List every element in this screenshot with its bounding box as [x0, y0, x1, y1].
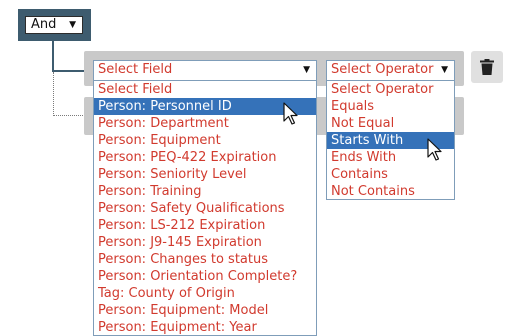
group-condition-box: And ▼ [18, 9, 91, 41]
delete-rule-button[interactable] [471, 51, 503, 83]
operator-option[interactable]: Contains [327, 166, 454, 183]
field-option[interactable]: Tag: County of Origin [94, 285, 316, 302]
field-option[interactable]: Select Field [94, 81, 316, 98]
field-option[interactable]: Person: Equipment: Year [94, 319, 316, 336]
operator-option[interactable]: Not Contains [327, 183, 454, 200]
group-operator-label: And [31, 17, 57, 32]
tree-connector-dotted-vertical [53, 72, 54, 116]
field-option[interactable]: Person: Safety Qualifications [94, 200, 316, 217]
field-option[interactable]: Person: J9-145 Expiration [94, 234, 316, 251]
mouse-pointer-icon [283, 102, 298, 125]
field-option[interactable]: Person: Equipment: Model [94, 302, 316, 319]
tree-connector-vertical [52, 40, 54, 72]
caret-down-icon: ▼ [303, 65, 310, 75]
caret-down-icon: ▼ [441, 65, 448, 75]
operator-select-value: Select Operator [331, 62, 434, 77]
operator-option[interactable]: Not Equal [327, 115, 454, 132]
trash-icon [480, 59, 494, 75]
operator-option[interactable]: Select Operator [327, 81, 454, 98]
field-option[interactable]: Person: PEQ-422 Expiration [94, 149, 316, 166]
field-select[interactable]: Select Field ▼ [93, 60, 317, 81]
caret-down-icon: ▼ [69, 20, 76, 30]
mouse-pointer-icon [427, 138, 442, 161]
field-option[interactable]: Person: Orientation Complete? [94, 268, 316, 285]
field-option[interactable]: Person: LS-212 Expiration [94, 217, 316, 234]
field-option[interactable]: Person: Equipment [94, 132, 316, 149]
field-select-value: Select Field [98, 62, 173, 77]
group-operator-select[interactable]: And ▼ [25, 16, 83, 34]
operator-option[interactable]: Equals [327, 98, 454, 115]
operator-select[interactable]: Select Operator ▼ [326, 60, 455, 81]
field-option[interactable]: Person: Changes to status [94, 251, 316, 268]
field-option[interactable]: Person: Seniority Level [94, 166, 316, 183]
field-option[interactable]: Person: Training [94, 183, 316, 200]
